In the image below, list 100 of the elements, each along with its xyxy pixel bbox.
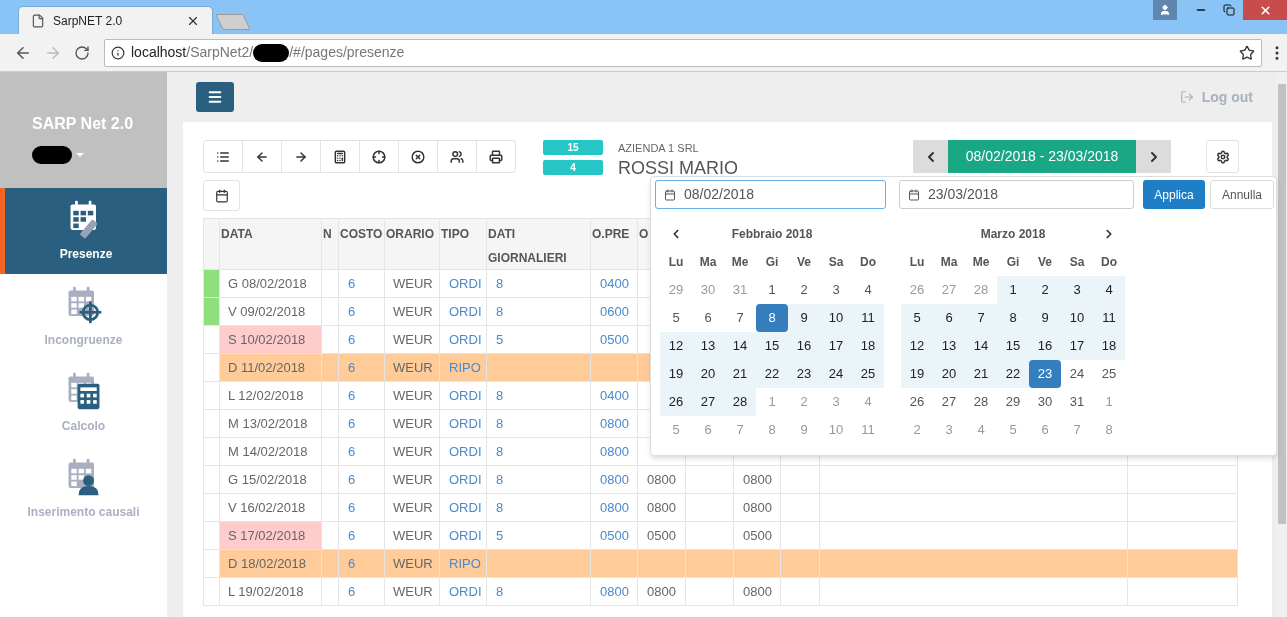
table-cell[interactable]: 6 bbox=[348, 359, 356, 375]
bookmark-star-icon[interactable] bbox=[1239, 44, 1255, 61]
calendar-day[interactable]: 1 bbox=[756, 388, 788, 416]
browser-tab[interactable]: SarpNET 2.0 bbox=[18, 6, 213, 34]
calendar-day[interactable]: 24 bbox=[820, 360, 852, 388]
calendar-day[interactable]: 8 bbox=[756, 416, 788, 444]
table-cell[interactable]: 6 bbox=[348, 499, 356, 515]
calendar-day[interactable]: 2 bbox=[1029, 276, 1061, 304]
calendar-day[interactable]: 9 bbox=[788, 304, 820, 332]
calendar-day[interactable]: 10 bbox=[1061, 304, 1093, 332]
calendar-day[interactable]: 4 bbox=[852, 388, 884, 416]
calendar-day[interactable]: 25 bbox=[852, 360, 884, 388]
calendar-day[interactable]: 8 bbox=[1093, 416, 1125, 444]
table-cell[interactable]: 6 bbox=[348, 555, 356, 571]
calendar-day[interactable]: 23 bbox=[788, 360, 820, 388]
calendar-day[interactable]: 28 bbox=[965, 276, 997, 304]
calendar-day[interactable]: 20 bbox=[933, 360, 965, 388]
calendar-day[interactable]: 26 bbox=[901, 276, 933, 304]
calendar-day[interactable]: 1 bbox=[997, 276, 1029, 304]
calendar-day[interactable]: 27 bbox=[933, 276, 965, 304]
calendar-day[interactable]: 3 bbox=[1061, 276, 1093, 304]
calendar-day[interactable]: 19 bbox=[660, 360, 692, 388]
calendar-day[interactable]: 2 bbox=[788, 276, 820, 304]
calendar-day[interactable]: 8 bbox=[997, 304, 1029, 332]
end-date-field[interactable]: 23/03/2018 bbox=[899, 180, 1134, 209]
calendar-day[interactable]: 30 bbox=[692, 276, 724, 304]
cancel-button[interactable]: Annulla bbox=[1210, 180, 1274, 209]
calendar-day[interactable]: 12 bbox=[901, 332, 933, 360]
calendar-day[interactable]: 6 bbox=[1029, 416, 1061, 444]
table-cell[interactable]: 8 bbox=[496, 415, 504, 431]
calendar-day[interactable]: 1 bbox=[756, 276, 788, 304]
sidebar-item[interactable]: Inserimento causali bbox=[0, 446, 167, 532]
table-cell[interactable]: 8 bbox=[496, 303, 504, 319]
calendar-day[interactable]: 27 bbox=[692, 388, 724, 416]
table-cell[interactable]: 8 bbox=[496, 387, 504, 403]
calendar-day[interactable]: 1 bbox=[1093, 388, 1125, 416]
calendar-day[interactable]: 4 bbox=[1093, 276, 1125, 304]
calendar-day[interactable]: 4 bbox=[965, 416, 997, 444]
calendar-day[interactable]: 5 bbox=[660, 416, 692, 444]
calendar-day[interactable]: 19 bbox=[901, 360, 933, 388]
table-cell[interactable]: 6 bbox=[348, 303, 356, 319]
calendar-day[interactable]: 4 bbox=[852, 276, 884, 304]
calendar-day[interactable]: 13 bbox=[933, 332, 965, 360]
close-button[interactable] bbox=[1243, 0, 1287, 20]
calendar-day[interactable]: 9 bbox=[1029, 304, 1061, 332]
calendar-day[interactable]: 14 bbox=[724, 332, 756, 360]
calendar-day[interactable]: 18 bbox=[1093, 332, 1125, 360]
calendar-day[interactable]: 21 bbox=[724, 360, 756, 388]
calendar-day[interactable]: 20 bbox=[692, 360, 724, 388]
calendar-day[interactable]: 3 bbox=[933, 416, 965, 444]
table-cell[interactable]: 8 bbox=[496, 499, 504, 515]
table-cell[interactable]: 6 bbox=[348, 443, 356, 459]
calendar-day[interactable]: 5 bbox=[997, 416, 1029, 444]
table-cell[interactable]: 6 bbox=[348, 583, 356, 599]
calendar-day[interactable]: 24 bbox=[1061, 360, 1093, 388]
table-cell[interactable]: 6 bbox=[348, 527, 356, 543]
previous-period-button[interactable] bbox=[913, 140, 948, 173]
calendar-day[interactable]: 3 bbox=[820, 276, 852, 304]
menu-button[interactable] bbox=[196, 82, 234, 112]
apply-button[interactable]: Applica bbox=[1143, 180, 1205, 209]
calendar-day[interactable]: 9 bbox=[788, 416, 820, 444]
sidebar-item[interactable]: Calcolo bbox=[0, 360, 167, 446]
calendar-day[interactable]: 16 bbox=[1029, 332, 1061, 360]
calendar-day[interactable]: 16 bbox=[788, 332, 820, 360]
calendar-day[interactable]: 21 bbox=[965, 360, 997, 388]
next-period-button[interactable] bbox=[1136, 140, 1171, 173]
calendar-day[interactable]: 18 bbox=[852, 332, 884, 360]
table-cell[interactable]: 8 bbox=[496, 471, 504, 487]
table-cell[interactable]: 5 bbox=[496, 527, 504, 543]
reload-icon[interactable] bbox=[74, 44, 90, 61]
calendar-day[interactable]: 28 bbox=[724, 388, 756, 416]
calendar-day[interactable]: 23 bbox=[1029, 360, 1061, 388]
calendar-day[interactable]: 29 bbox=[660, 276, 692, 304]
table-cell[interactable]: 6 bbox=[348, 331, 356, 347]
sidebar-item[interactable]: Presenze bbox=[0, 188, 167, 274]
table-cell[interactable]: 5 bbox=[496, 331, 504, 347]
calendar-day[interactable]: 15 bbox=[756, 332, 788, 360]
calendar-day[interactable]: 10 bbox=[820, 416, 852, 444]
calendar-day[interactable]: 7 bbox=[1061, 416, 1093, 444]
table-cell[interactable]: 8 bbox=[496, 443, 504, 459]
calendar-day[interactable]: 14 bbox=[965, 332, 997, 360]
profile-button[interactable] bbox=[1153, 0, 1177, 20]
table-cell[interactable]: 8 bbox=[496, 583, 504, 599]
calendar-day[interactable]: 27 bbox=[933, 388, 965, 416]
calendar-day[interactable]: 26 bbox=[660, 388, 692, 416]
table-cell[interactable]: 6 bbox=[348, 275, 356, 291]
calendar-button[interactable] bbox=[203, 180, 240, 211]
table-cell[interactable]: 6 bbox=[348, 415, 356, 431]
calendar-day[interactable]: 17 bbox=[1061, 332, 1093, 360]
calendar-day[interactable]: 6 bbox=[933, 304, 965, 332]
calendar-day[interactable]: 26 bbox=[901, 388, 933, 416]
calendar-day[interactable]: 29 bbox=[997, 388, 1029, 416]
settings-button[interactable] bbox=[1206, 140, 1239, 173]
calendar-day[interactable]: 13 bbox=[692, 332, 724, 360]
calendar-day[interactable]: 15 bbox=[997, 332, 1029, 360]
calendar-day[interactable]: 11 bbox=[1093, 304, 1125, 332]
calendar-day[interactable]: 30 bbox=[1029, 388, 1061, 416]
calendar-day[interactable]: 3 bbox=[820, 388, 852, 416]
sidebar-item[interactable]: Incongruenze bbox=[0, 274, 167, 360]
calendar-day[interactable]: 22 bbox=[997, 360, 1029, 388]
